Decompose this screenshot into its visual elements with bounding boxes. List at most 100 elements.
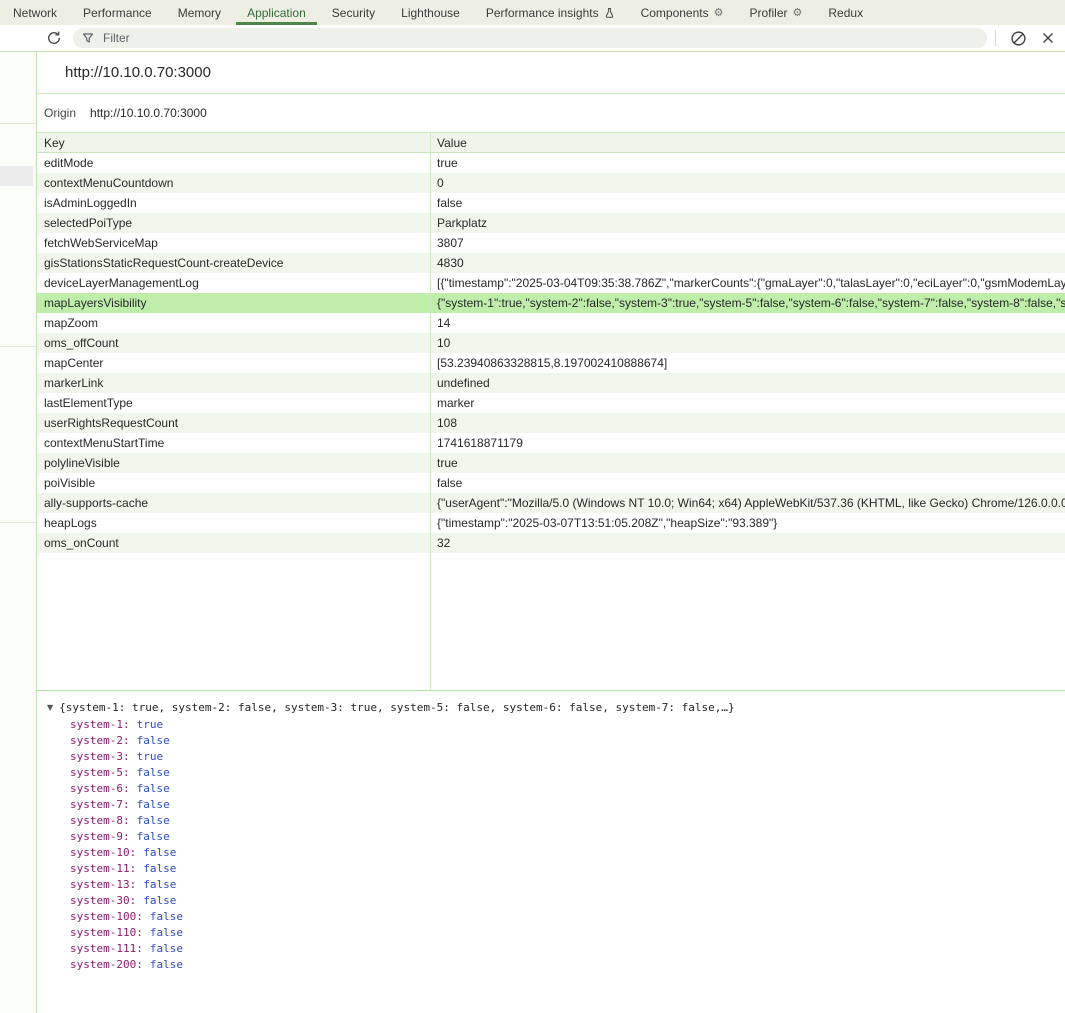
table-row[interactable]: mapZoom 14 <box>37 313 1065 333</box>
tab-label: Components <box>641 6 709 20</box>
preview-expander-row[interactable]: ▼ {system-1: true, system-2: false, syst… <box>47 700 1065 714</box>
preview-entry-value: false <box>150 910 183 923</box>
column-header-key[interactable]: Key <box>37 133 430 152</box>
origin-row: Origin http://10.10.0.70:3000 <box>37 94 1065 133</box>
table-row[interactable]: gisStationsStaticRequestCount-createDevi… <box>37 253 1065 273</box>
gear-icon: ⚙ <box>793 6 803 19</box>
devtools-tab-bar: Network ⚙ Performance ⚙ Memory ⚙ Applica… <box>0 0 1065 25</box>
tab[interactable]: Memory ⚙ <box>165 0 234 25</box>
sidebar-selected-item[interactable] <box>0 166 33 186</box>
table-row[interactable]: userRightsRequestCount 108 <box>37 413 1065 433</box>
tab[interactable]: Profiler ⚙ <box>737 0 816 25</box>
table-row[interactable]: oms_onCount 32 <box>37 533 1065 553</box>
block-icon <box>1010 30 1027 47</box>
filter-input[interactable] <box>101 30 978 46</box>
preview-entry: system-110: false <box>70 925 1065 941</box>
preview-entry-key: system-100: <box>70 910 143 923</box>
delete-all-button[interactable] <box>1009 29 1027 47</box>
row-key: mapZoom <box>37 313 430 333</box>
refresh-icon <box>46 30 62 46</box>
preview-entry-key: system-5: <box>70 766 130 779</box>
row-key: selectedPoiType <box>37 213 430 233</box>
storage-title-header: http://10.10.0.70:3000 <box>37 52 1065 94</box>
gear-icon: ⚙ <box>714 6 724 19</box>
local-storage-panel: http://10.10.0.70:3000 Origin http://10.… <box>37 52 1065 1013</box>
tab[interactable]: Application ⚙ <box>234 0 319 25</box>
preview-entry-value: true <box>137 718 164 731</box>
preview-entry-value: false <box>150 926 183 939</box>
preview-entry-key: system-9: <box>70 830 130 843</box>
preview-entry: system-3:true <box>70 749 1065 765</box>
preview-entry-key: system-13: <box>70 878 136 891</box>
table-row[interactable]: contextMenuCountdown 0 <box>37 173 1065 193</box>
row-value: false <box>430 193 1065 213</box>
table-row[interactable]: polylineVisible true <box>37 453 1065 473</box>
preview-entries: system-1:true system-2:false system-3:tr… <box>47 717 1065 973</box>
row-key: editMode <box>37 153 430 173</box>
tab-label: Security <box>332 6 375 20</box>
tab[interactable]: Performance ⚙ <box>70 0 165 25</box>
tab[interactable]: Network ⚙ <box>0 0 70 25</box>
row-value: true <box>430 153 1065 173</box>
preview-entry-value: false <box>137 814 170 827</box>
tab[interactable]: Lighthouse ⚙ <box>388 0 473 25</box>
row-value: 32 <box>430 533 1065 553</box>
preview-entry: system-1:true <box>70 717 1065 733</box>
preview-entry-value: false <box>137 734 170 747</box>
preview-entry-key: system-111: <box>70 942 143 955</box>
table-row[interactable]: mapLayersVisibility {"system-1":true,"sy… <box>37 293 1065 313</box>
preview-entry: system-30:false <box>70 893 1065 909</box>
row-key: userRightsRequestCount <box>37 413 430 433</box>
row-value: undefined <box>430 373 1065 393</box>
row-value: {"timestamp":"2025-03-07T13:51:05.208Z",… <box>430 513 1065 533</box>
preview-entry-key: system-8: <box>70 814 130 827</box>
storage-title: http://10.10.0.70:3000 <box>65 64 211 81</box>
preview-entry: system-8: false <box>70 813 1065 829</box>
table-row[interactable]: oms_offCount 10 <box>37 333 1065 353</box>
preview-entry-value: false <box>143 862 176 875</box>
preview-entry: system-2:false <box>70 733 1065 749</box>
preview-entry: system-200:false <box>70 957 1065 973</box>
refresh-button[interactable] <box>45 29 63 47</box>
row-value: [53.23940863328815,8.197002410888674] <box>430 353 1065 373</box>
row-key: deviceLayerManagementLog <box>37 273 430 293</box>
tab[interactable]: Redux ⚙ <box>815 0 876 25</box>
row-key: fetchWebServiceMap <box>37 233 430 253</box>
table-row[interactable]: deviceLayerManagementLog [{"timestamp":"… <box>37 273 1065 293</box>
tab[interactable]: Performance insights ⚙ <box>473 0 628 25</box>
expand-triangle-icon[interactable]: ▼ <box>47 703 53 712</box>
table-row[interactable]: fetchWebServiceMap 3807 <box>37 233 1065 253</box>
preview-entry: system-5: false <box>70 765 1065 781</box>
preview-entry: system-9:false <box>70 829 1065 845</box>
column-divider[interactable] <box>430 133 431 690</box>
table-row[interactable]: isAdminLoggedIn false <box>37 193 1065 213</box>
delete-selected-button[interactable] <box>1039 29 1057 47</box>
table-row[interactable]: heapLogs {"timestamp":"2025-03-07T13:51:… <box>37 513 1065 533</box>
row-value: 14 <box>430 313 1065 333</box>
row-key: polylineVisible <box>37 453 430 473</box>
table-row[interactable]: ally-supports-cache {"userAgent":"Mozill… <box>37 493 1065 513</box>
table-row[interactable]: poiVisible false <box>37 473 1065 493</box>
table-row[interactable]: mapCenter [53.23940863328815,8.197002410… <box>37 353 1065 373</box>
tab[interactable]: Security ⚙ <box>319 0 388 25</box>
table-row[interactable]: contextMenuStartTime 1741618871179 <box>37 433 1065 453</box>
row-key: markerLink <box>37 373 430 393</box>
table-row[interactable]: lastElementType marker <box>37 393 1065 413</box>
row-key: mapLayersVisibility <box>37 293 430 313</box>
sidebar-divider <box>0 522 36 523</box>
row-value: Parkplatz <box>430 213 1065 233</box>
row-key: oms_offCount <box>37 333 430 353</box>
row-value: 1741618871179 <box>430 433 1065 453</box>
preview-entry-key: system-110: <box>70 926 143 939</box>
preview-entry-key: system-6: <box>70 782 130 795</box>
table-row[interactable]: editMode true <box>37 153 1065 173</box>
preview-entry-value: false <box>150 942 183 955</box>
table-row[interactable]: selectedPoiType Parkplatz <box>37 213 1065 233</box>
preview-entry-value: false <box>143 846 176 859</box>
preview-entry-value: false <box>143 878 176 891</box>
column-header-value[interactable]: Value <box>430 133 1065 152</box>
preview-entry-value: false <box>137 766 170 779</box>
tab[interactable]: Components ⚙ <box>628 0 737 25</box>
table-row[interactable]: markerLink undefined <box>37 373 1065 393</box>
row-key: gisStationsStaticRequestCount-createDevi… <box>37 253 430 273</box>
